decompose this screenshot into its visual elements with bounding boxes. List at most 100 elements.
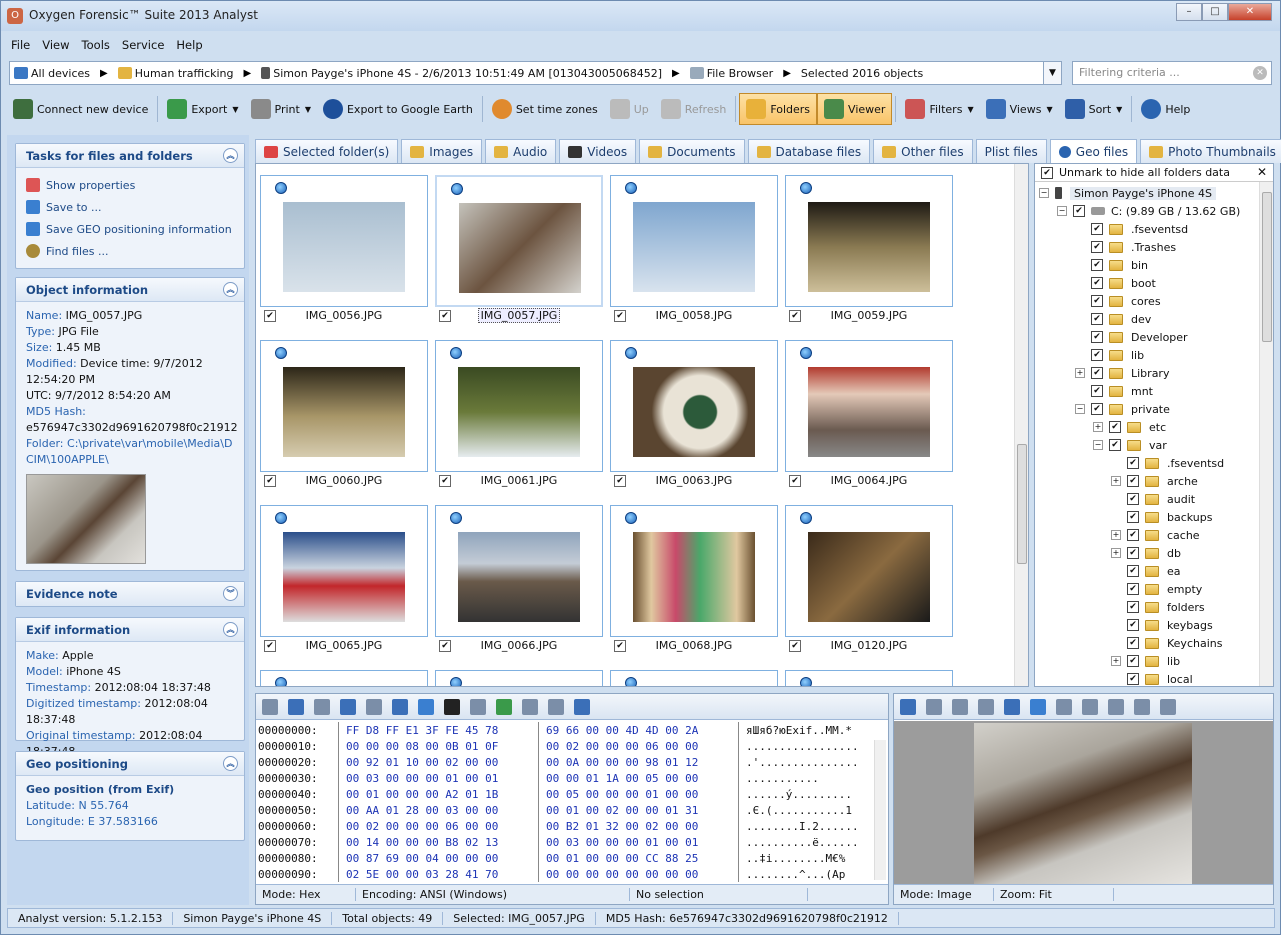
folder-checkbox[interactable]: ✔	[1091, 349, 1103, 361]
tree-node[interactable]: ✔ bin	[1035, 256, 1273, 274]
set-time-zones-button[interactable]: Set time zones	[486, 93, 604, 125]
menu-help[interactable]: Help	[174, 36, 204, 54]
exif-header[interactable]: Exif information ︽	[16, 618, 244, 642]
minimize-button[interactable]: –	[1176, 3, 1202, 21]
tab-audio[interactable]: Audio	[485, 139, 557, 163]
file-item[interactable]: ✔ IMG_0068.JPG	[610, 505, 778, 655]
tab-images[interactable]: Images	[401, 139, 483, 163]
file-checkbox[interactable]: ✔	[264, 475, 276, 487]
file-checkbox[interactable]: ✔	[789, 310, 801, 322]
hex-row[interactable]: 00000080: 00 87 69 00 04 00 00 00 00 01 00…	[256, 850, 888, 866]
file-checkbox[interactable]: ✔	[439, 475, 451, 487]
folder-checkbox[interactable]: ✔	[1091, 241, 1103, 253]
tree-node[interactable]: ✔ Keychains	[1035, 634, 1273, 652]
scroll-thumb[interactable]	[1262, 192, 1272, 342]
file-item[interactable]	[260, 670, 428, 686]
file-item[interactable]: ✔ IMG_0120.JPG	[785, 505, 953, 655]
file-item[interactable]: ✔ IMG_0066.JPG	[435, 505, 603, 655]
hex-row[interactable]: 00000070: 00 14 00 00 00 B8 02 13 00 03 00…	[256, 834, 888, 850]
folder-checkbox[interactable]: ✔	[1127, 493, 1139, 505]
tree-node[interactable]: + ✔ lib	[1035, 652, 1273, 670]
refresh-button[interactable]: Refresh	[655, 93, 733, 125]
tab-other-files[interactable]: Other files	[873, 139, 973, 163]
save-icon[interactable]	[418, 698, 434, 715]
hex-row[interactable]: 00000030: 00 03 00 00 00 01 00 01 00 00 01…	[256, 770, 888, 786]
collapse-icon[interactable]: ︽	[223, 756, 238, 771]
folder-checkbox[interactable]: ✔	[1127, 475, 1139, 487]
window-icon[interactable]	[392, 698, 408, 715]
tree-node[interactable]: ✔ lib	[1035, 346, 1273, 364]
folder-checkbox[interactable]: ✔	[1091, 277, 1103, 289]
menu-tools[interactable]: Tools	[80, 36, 112, 54]
find-files-link[interactable]: Find files ...	[26, 240, 234, 262]
expand-toggle-icon[interactable]: +	[1111, 656, 1121, 666]
hex-row[interactable]: 00000040: 00 01 00 00 00 A2 01 1B 00 05 00…	[256, 786, 888, 802]
tab-photo-thumbnails[interactable]: Photo Thumbnails	[1140, 139, 1281, 163]
folder-checkbox[interactable]: ✔	[1073, 205, 1085, 217]
file-item[interactable]: ✔ IMG_0059.JPG	[785, 175, 953, 325]
copy-icon[interactable]	[978, 698, 994, 715]
hex-scrollbar[interactable]	[874, 740, 886, 880]
tasks-header[interactable]: Tasks for files and folders ︽	[16, 144, 244, 168]
expand-toggle-icon[interactable]: +	[1093, 422, 1103, 432]
copy-icon[interactable]	[366, 698, 382, 715]
hex-row[interactable]: 00000020: 00 92 01 10 00 02 00 00 00 0A 00…	[256, 754, 888, 770]
file-item[interactable]	[610, 670, 778, 686]
folder-checkbox[interactable]: ✔	[1127, 637, 1139, 649]
menu-service[interactable]: Service	[120, 36, 167, 54]
scroll-thumb[interactable]	[1017, 444, 1027, 564]
folder-checkbox[interactable]: ✔	[1109, 421, 1121, 433]
save-geo-link[interactable]: Save GEO positioning information	[26, 218, 234, 240]
folder-checkbox[interactable]: ✔	[1127, 565, 1139, 577]
pin-icon[interactable]	[314, 698, 330, 715]
folder-checkbox[interactable]: ✔	[1127, 457, 1139, 469]
table-icon[interactable]	[548, 698, 564, 715]
file-item[interactable]: ✔ IMG_0058.JPG	[610, 175, 778, 325]
goto-icon[interactable]	[1108, 698, 1124, 715]
highlight-icon[interactable]	[340, 698, 356, 715]
folder-checkbox[interactable]: ✔	[1127, 511, 1139, 523]
export-button[interactable]: Export ▼	[161, 93, 244, 125]
folder-checkbox[interactable]: ✔	[1091, 385, 1103, 397]
folder-checkbox[interactable]: ✔	[1091, 403, 1103, 415]
filter-input[interactable]: Filtering criteria ... ✕	[1072, 61, 1272, 85]
tree-node[interactable]: ✔ cores	[1035, 292, 1273, 310]
hex-row[interactable]: 00000050: 00 AA 01 28 00 03 00 00 00 01 00…	[256, 802, 888, 818]
tree-node[interactable]: + ✔ arche	[1035, 472, 1273, 490]
file-checkbox[interactable]: ✔	[614, 475, 626, 487]
hex-row[interactable]: 00000010: 00 00 00 08 00 0B 01 0F 00 02 00…	[256, 738, 888, 754]
hex-rows[interactable]: 00000000: FF D8 FF E1 3F FE 45 78 69 66 00…	[256, 722, 888, 882]
file-item[interactable]	[785, 670, 953, 686]
file-checkbox[interactable]: ✔	[439, 310, 451, 322]
expand-toggle-icon[interactable]: −	[1039, 188, 1049, 198]
views-button[interactable]: Views ▼	[980, 93, 1059, 125]
folder-checkbox[interactable]: ✔	[1091, 313, 1103, 325]
hex-row[interactable]: 00000000: FF D8 FF E1 3F FE 45 78 69 66 00…	[256, 722, 888, 738]
grid-scrollbar[interactable]	[1014, 164, 1028, 686]
tree-node[interactable]: − Simon Payge's iPhone 4S	[1035, 184, 1273, 202]
tree-node[interactable]: ✔ keybags	[1035, 616, 1273, 634]
hide-folders-checkbox[interactable]: ✔	[1041, 166, 1053, 179]
viewer-toggle[interactable]: Viewer	[817, 93, 893, 125]
hex-row[interactable]: 00000060: 00 02 00 00 00 06 00 00 00 B2 01…	[256, 818, 888, 834]
expand-toggle-icon[interactable]: +	[1111, 476, 1121, 486]
tree-node[interactable]: + ✔ db	[1035, 544, 1273, 562]
panel-icon[interactable]	[574, 698, 590, 715]
save-icon[interactable]	[1030, 698, 1046, 715]
file-checkbox[interactable]: ✔	[789, 475, 801, 487]
expand-toggle-icon[interactable]: −	[1093, 440, 1103, 450]
clear-filter-icon[interactable]: ✕	[1253, 66, 1267, 80]
file-item[interactable]: ✔ IMG_0057.JPG	[435, 175, 603, 325]
tab-database-files[interactable]: Database files	[747, 139, 871, 163]
google-earth-button[interactable]: Export to Google Earth	[317, 93, 479, 125]
crumb-all-devices[interactable]: All devices	[10, 67, 94, 80]
tree-node[interactable]: ✔ mnt	[1035, 382, 1273, 400]
folder-checkbox[interactable]: ✔	[1091, 331, 1103, 343]
tree-node[interactable]: ✔ audit	[1035, 490, 1273, 508]
folder-checkbox[interactable]: ✔	[1127, 673, 1139, 685]
bits-32-icon[interactable]	[1134, 698, 1150, 715]
help-button[interactable]: Help	[1135, 93, 1196, 125]
crumb-case[interactable]: Human trafficking	[114, 67, 238, 80]
close-button[interactable]: ✕	[1228, 3, 1272, 21]
object-info-header[interactable]: Object information ︽	[16, 278, 244, 302]
